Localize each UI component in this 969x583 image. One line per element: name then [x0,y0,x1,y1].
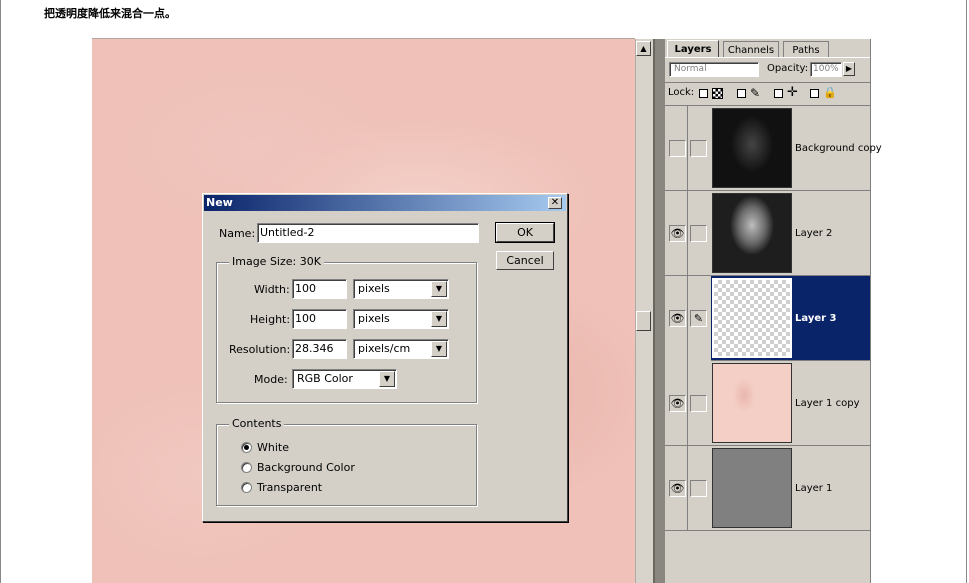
layer-name[interactable]: Layer 2 [795,228,832,239]
link-toggle[interactable] [690,225,707,242]
layer-name[interactable]: Layer 3 [795,313,836,324]
opacity-arrow-icon[interactable]: ▶ [843,62,855,76]
height-input[interactable]: 100 [292,309,347,329]
link-toggle[interactable] [690,480,707,497]
chevron-down-icon[interactable]: ▼ [379,371,395,387]
workspace-divider [653,39,665,583]
width-label: Width: [254,283,290,296]
eye-icon[interactable]: 👁 [669,310,686,327]
radio-white[interactable] [241,442,252,453]
scroll-thumb[interactable] [636,311,651,331]
tab-layers[interactable]: Layers [667,40,719,57]
lock-all-icon: 🔒 [823,86,837,99]
resolution-label: Resolution: [229,343,291,356]
link-toggle[interactable] [690,140,707,157]
mode-label: Mode: [254,373,288,386]
page-border-right [966,0,967,583]
eye-icon[interactable]: 👁 [669,480,686,497]
lock-transparency-icon [712,88,723,99]
opacity-label: Opacity: [767,63,809,74]
lock-position-icon: ✛ [787,85,798,100]
lock-position-checkbox[interactable] [774,89,783,98]
brush-icon[interactable]: ✎ [690,310,707,327]
lock-all-checkbox[interactable] [810,89,819,98]
contents-label: Contents [229,417,285,430]
tab-channels[interactable]: Channels [723,41,779,58]
panel-column-line [687,106,688,531]
visibility-toggle[interactable] [669,140,686,157]
layer-thumbnail [712,108,792,188]
layer-name[interactable]: Layer 1 [795,483,832,494]
layer-name[interactable]: Layer 1 copy [795,398,859,409]
ok-button[interactable]: OK [496,223,554,242]
layer-thumbnail [712,278,792,358]
blend-mode-select[interactable]: Normal [669,62,759,77]
cancel-button[interactable]: Cancel [496,251,554,270]
name-input[interactable]: Untitled-2 [257,223,479,243]
layers-panel-edge [870,39,871,583]
tab-divider [665,57,870,58]
close-icon[interactable]: ✕ [548,197,562,209]
lock-label: Lock: [668,87,695,98]
scroll-up-arrow-icon[interactable]: ▲ [636,41,651,56]
chevron-down-icon[interactable]: ▼ [431,311,447,327]
link-toggle[interactable] [690,395,707,412]
image-size-label: Image Size: 30K [229,255,324,268]
lock-divider [665,82,870,83]
lock-image-checkbox[interactable] [737,89,746,98]
eye-icon[interactable]: 👁 [669,225,686,242]
opacity-input[interactable]: 100% [810,62,842,77]
radio-transparent-label[interactable]: Transparent [257,481,322,494]
caption-text: 把透明度降低来混合一点。 [44,7,176,20]
radio-transparent[interactable] [241,482,252,493]
dialog-title[interactable]: New [204,195,566,211]
page-border-left [0,0,1,583]
name-label: Name: [219,227,256,240]
layer-thumbnail [712,193,792,273]
chevron-down-icon[interactable]: ▼ [431,341,447,357]
width-input[interactable]: 100 [292,279,347,299]
lock-transparency-checkbox[interactable] [699,89,708,98]
layer-thumbnail [712,363,792,443]
layer-name[interactable]: Background copy [795,143,882,154]
radio-background-color[interactable] [241,462,252,473]
layer-thumbnail [712,448,792,528]
lock-image-icon: ✎ [750,86,761,100]
radio-white-label[interactable]: White [257,441,289,454]
chevron-down-icon[interactable]: ▼ [431,281,447,297]
resolution-input[interactable]: 28.346 [292,339,347,359]
radio-background-color-label[interactable]: Background Color [257,461,355,474]
tab-paths[interactable]: Paths [783,41,829,58]
height-label: Height: [250,313,291,326]
eye-icon[interactable]: 👁 [669,395,686,412]
